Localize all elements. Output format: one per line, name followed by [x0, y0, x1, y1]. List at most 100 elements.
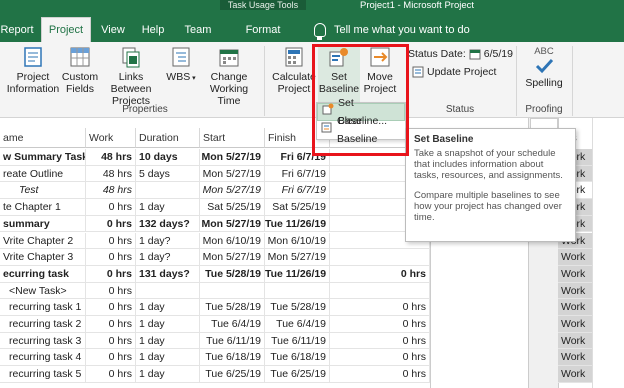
table-cell-name[interactable]: ecurring task [0, 265, 86, 283]
table-cell-start[interactable]: Tue 5/28/19 [200, 299, 265, 316]
table-cell-extra[interactable]: 0 hrs [330, 316, 430, 333]
calculate-project-button[interactable]: Calculate Project [272, 46, 316, 95]
table-cell-finish[interactable]: Fri 6/7/19 [265, 182, 330, 200]
table-cell-start[interactable]: Tue 5/28/19 [200, 265, 265, 283]
table-cell-extra[interactable]: 0 hrs [330, 299, 430, 316]
links-between-projects-button[interactable]: Links Between Projects [100, 46, 162, 107]
tab-report[interactable]: Report [0, 19, 34, 41]
table-cell-finish[interactable]: Mon 6/10/19 [265, 232, 330, 250]
table-cell-duration[interactable]: 1 day [136, 332, 200, 350]
table-cell-start[interactable]: Mon 5/27/19 [200, 165, 265, 183]
table-cell-duration[interactable]: 132 days? [136, 215, 200, 233]
table-cell-work[interactable]: 0 hrs [86, 299, 136, 316]
table-cell-extra[interactable]: 0 hrs [330, 349, 430, 367]
table-cell-work[interactable]: 48 hrs [86, 165, 136, 183]
spelling-button[interactable]: ABC Spelling [522, 46, 566, 89]
table-cell-finish[interactable]: Tue 11/26/19 [265, 265, 330, 283]
table-cell-duration[interactable]: 1 day [136, 366, 200, 383]
table-cell-start[interactable] [200, 282, 265, 300]
table-cell-duration[interactable]: 1 day? [136, 249, 200, 266]
table-cell-name[interactable]: reate Outline [0, 165, 86, 183]
table-cell-duration[interactable]: 5 days [136, 165, 200, 183]
table-cell-work[interactable]: 0 hrs [86, 232, 136, 250]
table-cell-extra[interactable] [330, 282, 430, 300]
table-cell-name[interactable]: recurring task 2 [0, 316, 86, 333]
tab-project[interactable]: Project [41, 17, 91, 42]
table-cell-work[interactable]: 48 hrs [86, 149, 136, 166]
table-cell-duration[interactable]: 1 day [136, 299, 200, 316]
table-cell-extra[interactable]: 0 hrs [330, 366, 430, 383]
table-cell-duration[interactable]: 1 day? [136, 232, 200, 250]
status-date-button[interactable]: Status Date: 6/5/19 [408, 48, 513, 60]
table-cell-duration[interactable] [136, 282, 200, 300]
table-cell-work[interactable]: 0 hrs [86, 249, 136, 266]
table-cell-name[interactable]: Vrite Chapter 3 [0, 249, 86, 266]
table-cell-finish[interactable]: Fri 6/7/19 [265, 149, 330, 166]
table-cell-work[interactable]: 0 hrs [86, 215, 136, 233]
table-cell-work[interactable]: 0 hrs [86, 316, 136, 333]
table-cell-name[interactable]: recurring task 1 [0, 299, 86, 316]
table-cell-name[interactable]: summary [0, 215, 86, 233]
table-cell-extra[interactable]: 0 hrs [330, 265, 430, 283]
table-cell-start[interactable]: Mon 6/10/19 [200, 232, 265, 250]
menu-item-clear-baseline[interactable]: Clear Baseline [317, 115, 405, 145]
table-cell-start[interactable]: Sat 5/25/19 [200, 199, 265, 216]
table-cell-extra[interactable]: 0 hrs [330, 332, 430, 350]
tab-help[interactable]: Help [136, 19, 170, 41]
table-cell-start[interactable]: Tue 6/18/19 [200, 349, 265, 367]
tab-team[interactable]: Team [178, 19, 218, 41]
table-cell-finish[interactable] [265, 282, 330, 300]
change-working-time-button[interactable]: Change Working Time [198, 46, 260, 107]
table-cell-work[interactable]: 0 hrs [86, 349, 136, 367]
table-cell-duration[interactable]: 10 days [136, 149, 200, 166]
table-cell-start[interactable]: Mon 5/27/19 [200, 182, 265, 200]
table-cell-finish[interactable]: Tue 5/28/19 [265, 299, 330, 316]
table-cell-name[interactable]: w Summary Task [0, 149, 86, 166]
tell-me-search[interactable]: Tell me what you want to do [314, 19, 470, 41]
table-cell-finish[interactable]: Tue 6/11/19 [265, 332, 330, 350]
tab-format[interactable]: Format [240, 19, 286, 41]
table-cell-duration[interactable]: 131 days? [136, 265, 200, 283]
table-cell-finish[interactable]: Mon 5/27/19 [265, 249, 330, 266]
table-cell-name[interactable]: recurring task 4 [0, 349, 86, 367]
table-cell-finish[interactable]: Fri 6/7/19 [265, 165, 330, 183]
table-cell-finish[interactable]: Tue 6/4/19 [265, 316, 330, 333]
tab-view[interactable]: View [96, 19, 130, 41]
column-header-name[interactable]: ame [0, 128, 86, 148]
table-cell-name[interactable]: Test [0, 182, 86, 200]
table-cell-duration[interactable]: 1 day [136, 349, 200, 367]
table-cell-finish[interactable]: Tue 6/25/19 [265, 366, 330, 383]
column-header-start[interactable]: Start [200, 128, 265, 148]
table-cell-start[interactable]: Tue 6/4/19 [200, 316, 265, 333]
update-project-button[interactable]: Update Project [412, 66, 496, 78]
table-cell-name[interactable]: te Chapter 1 [0, 199, 86, 216]
table-cell-work[interactable]: 0 hrs [86, 332, 136, 350]
table-cell-start[interactable]: Tue 6/11/19 [200, 332, 265, 350]
table-cell-start[interactable]: Mon 5/27/19 [200, 215, 265, 233]
table-cell-work[interactable]: 48 hrs [86, 182, 136, 200]
custom-fields-button[interactable]: Custom Fields [60, 46, 100, 95]
table-cell-name[interactable]: <New Task> [0, 282, 86, 300]
column-header-work[interactable]: Work [86, 128, 136, 148]
table-cell-work[interactable]: 0 hrs [86, 366, 136, 383]
table-cell-name[interactable]: Vrite Chapter 2 [0, 232, 86, 250]
move-project-button[interactable]: Move Project [362, 46, 398, 95]
column-header-duration[interactable]: Duration [136, 128, 200, 148]
table-cell-start[interactable]: Mon 5/27/19 [200, 149, 265, 166]
project-information-button[interactable]: Project Information [6, 46, 60, 95]
wbs-button[interactable]: WBS ▾ [164, 46, 198, 85]
table-cell-start[interactable]: Tue 6/25/19 [200, 366, 265, 383]
table-cell-duration[interactable] [136, 182, 200, 200]
table-cell-work[interactable]: 0 hrs [86, 199, 136, 216]
table-cell-start[interactable]: Mon 5/27/19 [200, 249, 265, 266]
table-cell-name[interactable]: recurring task 3 [0, 332, 86, 350]
table-cell-work[interactable]: 0 hrs [86, 265, 136, 283]
table-cell-duration[interactable]: 1 day [136, 199, 200, 216]
table-cell-finish[interactable]: Tue 11/26/19 [265, 215, 330, 233]
table-cell-extra[interactable] [330, 249, 430, 266]
table-cell-finish[interactable]: Tue 6/18/19 [265, 349, 330, 367]
table-cell-finish[interactable]: Sat 5/25/19 [265, 199, 330, 216]
table-cell-work[interactable]: 0 hrs [86, 282, 136, 300]
table-cell-name[interactable]: recurring task 5 [0, 366, 86, 383]
table-cell-duration[interactable]: 1 day [136, 316, 200, 333]
